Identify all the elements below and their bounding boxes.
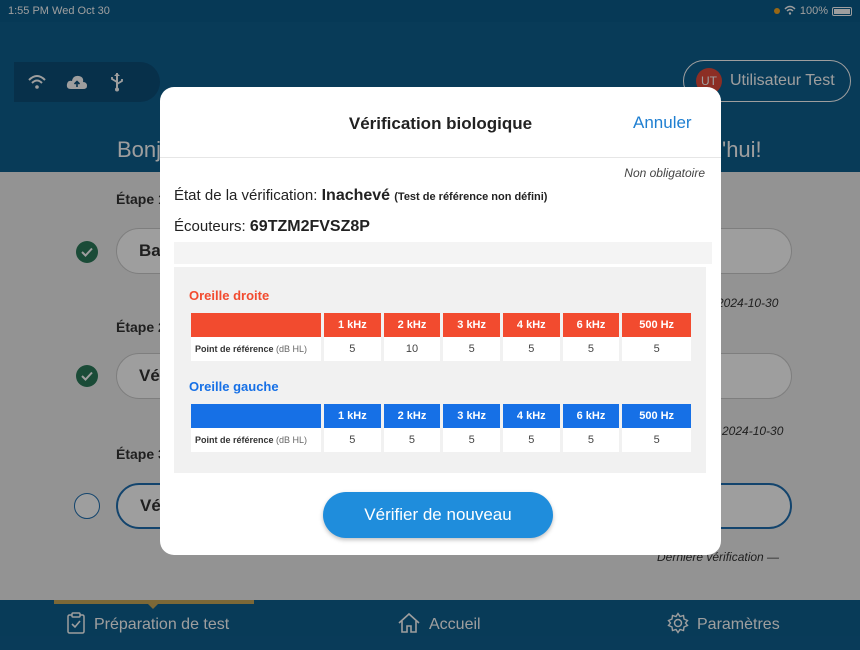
table-cell: 5 (324, 337, 381, 361)
right-ear-title: Oreille droite (189, 288, 270, 303)
status-value: Inachevé (321, 187, 391, 204)
row-label: Point de référence (dB HL) (191, 337, 321, 361)
row-label-text: Point de référence (195, 344, 274, 354)
frequency-header: 500 Hz (622, 313, 691, 337)
table-header-blank (191, 404, 321, 428)
frequency-header: 6 kHz (562, 313, 620, 337)
left-ear-title: Oreille gauche (189, 379, 279, 394)
verification-status-row: État de la vérification: Inachevé (Test … (174, 187, 547, 205)
row-unit: (dB HL) (276, 435, 308, 445)
divider (160, 157, 721, 158)
biological-verification-dialog: Vérification biologique Annuler Non obli… (160, 87, 721, 555)
table-cell: 5 (562, 337, 620, 361)
table-cell: 5 (622, 337, 691, 361)
right-ear-table: 1 kHz 2 kHz 3 kHz 4 kHz 6 kHz 500 Hz Poi… (188, 313, 694, 361)
table-row: Point de référence (dB HL) 5 10 5 5 5 5 (191, 337, 691, 361)
table-header-row: 1 kHz 2 kHz 3 kHz 4 kHz 6 kHz 500 Hz (191, 313, 691, 337)
row-unit: (dB HL) (276, 344, 308, 354)
verify-again-button[interactable]: Vérifier de nouveau (323, 492, 553, 538)
frequency-header: 3 kHz (443, 404, 500, 428)
table-cell: 5 (502, 337, 560, 361)
audiogram-reference-panel: Oreille droite 1 kHz 2 kHz 3 kHz 4 kHz 6… (174, 267, 706, 473)
frequency-header: 4 kHz (502, 313, 560, 337)
frequency-header: 2 kHz (383, 313, 441, 337)
headphones-label: Écouteurs: (174, 218, 246, 235)
table-cell: 5 (622, 428, 691, 452)
row-label: Point de référence (dB HL) (191, 428, 321, 452)
frequency-header: 1 kHz (324, 313, 381, 337)
frequency-header: 2 kHz (383, 404, 441, 428)
table-cell: 5 (502, 428, 560, 452)
table-cell: 10 (383, 337, 441, 361)
frequency-header: 6 kHz (562, 404, 620, 428)
headphones-serial: 69TZM2FVSZ8P (249, 218, 370, 235)
table-header-row: 1 kHz 2 kHz 3 kHz 4 kHz 6 kHz 500 Hz (191, 404, 691, 428)
separator-band (174, 242, 712, 264)
left-ear-table: 1 kHz 2 kHz 3 kHz 4 kHz 6 kHz 500 Hz Poi… (188, 404, 694, 452)
frequency-header: 500 Hz (622, 404, 691, 428)
cancel-button[interactable]: Annuler (633, 113, 692, 133)
table-cell: 5 (443, 428, 500, 452)
table-cell: 5 (383, 428, 441, 452)
table-row: Point de référence (dB HL) 5 5 5 5 5 5 (191, 428, 691, 452)
status-note: (Test de référence non défini) (394, 191, 548, 203)
frequency-header: 3 kHz (443, 313, 500, 337)
table-cell: 5 (562, 428, 620, 452)
row-label-text: Point de référence (195, 435, 274, 445)
table-cell: 5 (324, 428, 381, 452)
frequency-header: 1 kHz (324, 404, 381, 428)
table-cell: 5 (443, 337, 500, 361)
optional-note: Non obligatoire (624, 166, 705, 180)
headphones-row: Écouteurs: 69TZM2FVSZ8P (174, 218, 370, 236)
status-label: État de la vérification: (174, 187, 318, 204)
table-header-blank (191, 313, 321, 337)
frequency-header: 4 kHz (502, 404, 560, 428)
